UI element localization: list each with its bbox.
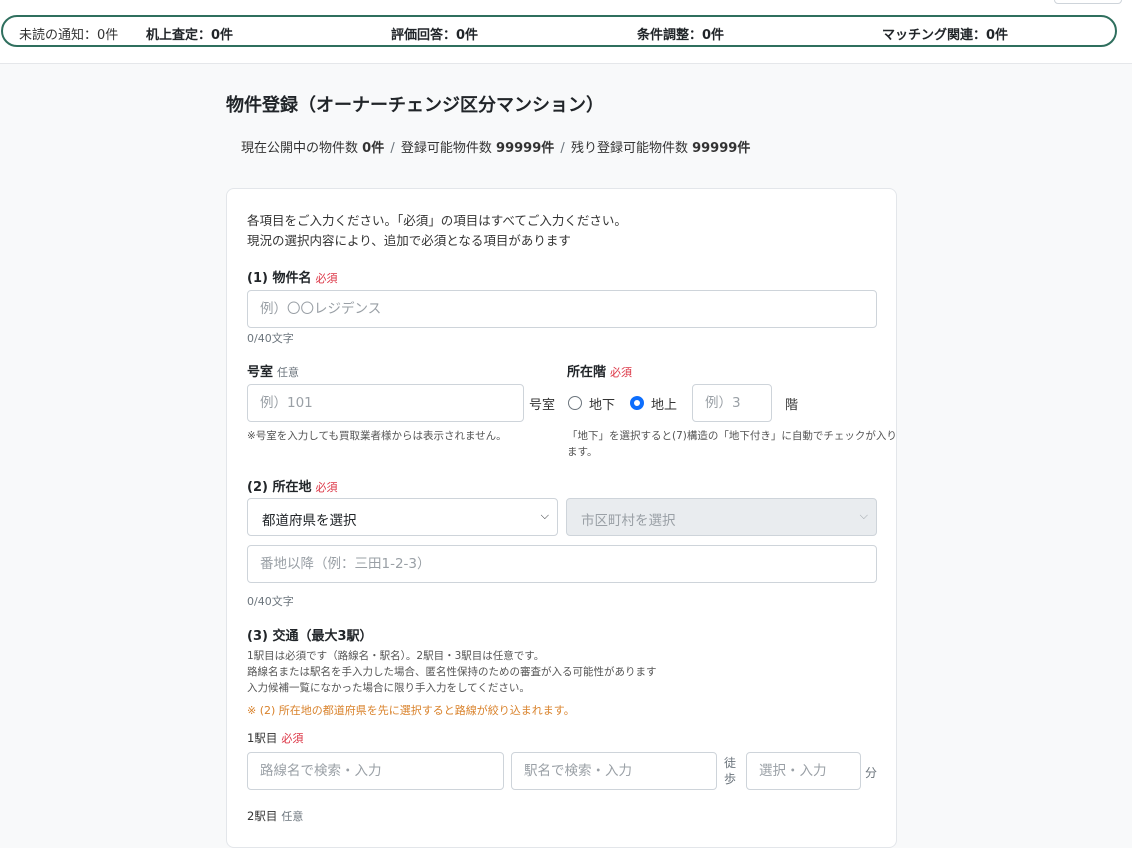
page-title: 物件登録（オーナーチェンジ区分マンション） xyxy=(226,95,604,116)
address-counter: 0/40文字 xyxy=(247,595,294,608)
notif-evaluation-reply[interactable]: 評価回答：0件 xyxy=(391,24,478,43)
chevron-down-icon: ⌵ xyxy=(859,509,868,522)
floor-note-line1: 「地下」を選択すると(7)構造の「地下付き」に自動でチェックが入り xyxy=(567,430,897,442)
location-label: (2) 所在地 xyxy=(247,480,312,495)
registrable-value: 99999件 xyxy=(496,141,555,156)
transport-note-1: 1駅目は必須です（路線名・駅名）。2駅目・3駅目は任意です。 xyxy=(247,650,545,662)
radio-underground-label[interactable]: 地下 xyxy=(589,394,615,413)
transport-label: (3) 交通（最大3駅） xyxy=(247,629,373,644)
floor-suffix: 階 xyxy=(785,398,799,413)
station1-line-input[interactable] xyxy=(247,752,504,790)
required-badge: 必須 xyxy=(281,732,304,745)
header-corner-button[interactable] xyxy=(1054,0,1122,4)
address-input[interactable] xyxy=(247,545,877,583)
station2-label-row: 2駅目 任意 xyxy=(247,808,303,824)
remaining-value: 99999件 xyxy=(692,141,751,156)
station1-minutes-input[interactable] xyxy=(746,752,861,790)
optional-badge: 任意 xyxy=(281,810,304,823)
notification-bar: 未読の通知：0件 机上査定：0件 評価回答：0件 条件調整：0件 マッチング関連… xyxy=(1,15,1117,47)
form-intro-line2: 現況の選択内容により、追加で必須となる項目があります xyxy=(247,233,571,248)
property-name-label-row: (1) 物件名 必須 xyxy=(247,267,337,286)
registrable-label: 登録可能物件数 xyxy=(400,141,492,156)
chevron-down-icon: ⌵ xyxy=(540,509,549,522)
radio-underground[interactable] xyxy=(568,396,582,410)
notif-unread[interactable]: 未読の通知：0件 xyxy=(19,24,118,43)
top-strip: 未読の通知：0件 机上査定：0件 評価回答：0件 条件調整：0件 マッチング関連… xyxy=(0,0,1132,64)
required-badge: 必須 xyxy=(315,481,338,494)
floor-label: 所在階 xyxy=(567,365,607,380)
floor-label-row: 所在階 必須 xyxy=(567,361,632,380)
room-label: 号室 xyxy=(247,365,274,380)
station1-station-input[interactable] xyxy=(511,752,717,790)
walk-label: 徒 歩 xyxy=(724,755,736,787)
summary-separator: / xyxy=(560,141,565,156)
walk-label-2: 歩 xyxy=(724,772,737,786)
city-select-value: 市区町村を選択 xyxy=(581,513,676,529)
published-value: 0件 xyxy=(362,141,385,156)
published-label: 現在公開中の物件数 xyxy=(241,141,359,156)
minutes-suffix: 分 xyxy=(865,766,878,780)
property-name-label: (1) 物件名 xyxy=(247,271,312,286)
station1-label: 1駅目 xyxy=(247,731,278,745)
room-label-row: 号室 任意 xyxy=(247,361,299,380)
notif-desk-assessment[interactable]: 机上査定：0件 xyxy=(146,24,233,43)
required-badge: 必須 xyxy=(610,366,633,379)
location-label-row: (2) 所在地 必須 xyxy=(247,476,337,495)
floor-number-input[interactable] xyxy=(692,384,772,422)
transport-note-2: 路線名または駅名を手入力した場合、匿名性保持のための審査が入る可能性があります xyxy=(247,666,657,678)
station1-label-row: 1駅目 必須 xyxy=(247,730,303,746)
room-note: ※号室を入力しても買取業者様からは表示されません。 xyxy=(247,430,507,442)
property-name-input[interactable] xyxy=(247,290,877,328)
transport-warning: ※ (2) 所在地の都道府県を先に選択すると路線が絞り込まれます。 xyxy=(247,704,575,717)
listing-summary: 現在公開中の物件数 0件 / 登録可能物件数 99999件 / 残り登録可能物件… xyxy=(241,137,750,156)
property-form-card: 各項目をご入力ください。「必須」の項目はすべてご入力ください。 現況の選択内容に… xyxy=(226,188,897,848)
remaining-label: 残り登録可能物件数 xyxy=(570,141,688,156)
transport-note-3: 入力候補一覧になかった場合に限り手入力をしてください。 xyxy=(247,682,530,694)
property-name-counter: 0/40文字 xyxy=(247,332,294,345)
room-suffix: 号室 xyxy=(529,398,556,413)
station2-label: 2駅目 xyxy=(247,809,278,823)
walk-label-1: 徒 xyxy=(724,756,737,770)
summary-separator: / xyxy=(390,141,395,156)
room-number-input[interactable] xyxy=(247,384,524,422)
radio-above-ground-label[interactable]: 地上 xyxy=(651,394,677,413)
prefecture-select-value: 都道府県を選択 xyxy=(262,513,357,529)
optional-badge: 任意 xyxy=(277,366,300,379)
radio-above-ground[interactable] xyxy=(630,396,644,410)
prefecture-select[interactable]: 都道府県を選択 ⌵ xyxy=(247,498,558,536)
form-intro-line1: 各項目をご入力ください。「必須」の項目はすべてご入力ください。 xyxy=(247,213,627,228)
city-select[interactable]: 市区町村を選択 ⌵ xyxy=(566,498,877,536)
notif-matching[interactable]: マッチング関連：0件 xyxy=(882,24,1008,43)
required-badge: 必須 xyxy=(315,272,338,285)
floor-note-line2: ます。 xyxy=(567,446,598,458)
notif-condition-adjust[interactable]: 条件調整：0件 xyxy=(637,24,724,43)
